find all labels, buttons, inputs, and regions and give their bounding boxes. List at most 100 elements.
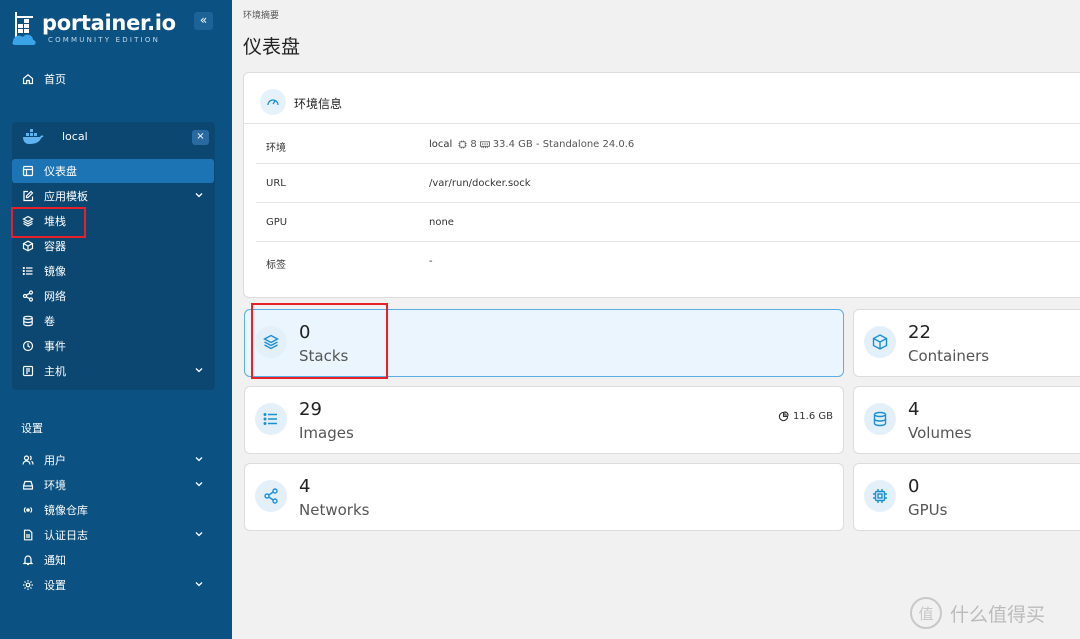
sidebar-item-volumes[interactable]: 卷 <box>12 309 214 333</box>
close-environment-button[interactable]: × <box>192 130 209 145</box>
file-icon <box>21 528 35 542</box>
info-row-tags: 标签 - <box>256 242 1080 281</box>
share-icon <box>255 480 287 512</box>
sidebar-item-app-templates[interactable]: 应用模板 <box>12 184 214 208</box>
info-key: 环境 <box>266 143 286 154</box>
gear-icon <box>21 578 35 592</box>
containers-card[interactable]: 22 Containers <box>853 309 1080 377</box>
portainer-logo-icon <box>12 12 36 45</box>
sidebar-item-auth-logs[interactable]: 认证日志 <box>12 523 214 547</box>
info-row-url: URL /var/run/docker.sock <box>256 164 1080 203</box>
sidebar-item-events[interactable]: 事件 <box>12 334 214 358</box>
info-key: GPU <box>266 217 288 228</box>
chevron-down-icon <box>195 457 203 462</box>
images-count: 29 <box>299 399 322 420</box>
sidebar-item-label: 通知 <box>44 554 66 567</box>
cpu-icon <box>458 140 467 149</box>
info-value: local 8 33.4 GB - Standalone 24.0.6 <box>429 139 634 150</box>
gpus-card[interactable]: 0 GPUs <box>853 463 1080 531</box>
brand-logo[interactable]: portainer.io COMMUNITY EDITION <box>12 10 212 50</box>
cpu-icon <box>864 480 896 512</box>
environment-name: local <box>62 130 88 143</box>
environment-info-header: 环境信息 <box>244 73 1080 124</box>
sidebar-item-networks[interactable]: 网络 <box>12 284 214 308</box>
info-row-environment: 环境 local 8 33.4 GB - Standalone 24.0.6 <box>256 125 1080 164</box>
clock-icon <box>21 339 35 353</box>
memory-icon <box>479 141 490 149</box>
breadcrumb[interactable]: 环境摘要 <box>243 8 279 21</box>
gpus-label: GPUs <box>908 501 948 519</box>
gpus-count: 0 <box>908 476 920 497</box>
chevron-down-icon <box>195 193 203 198</box>
host-icon <box>21 364 35 378</box>
sidebar-item-dashboard[interactable]: 仪表盘 <box>12 159 214 183</box>
sidebar-item-label: 主机 <box>44 365 66 378</box>
sidebar-item-host[interactable]: 主机 <box>12 359 214 383</box>
memory-value: 33.4 GB - Standalone 24.0.6 <box>492 139 635 150</box>
volumes-count: 4 <box>908 399 920 420</box>
collapse-sidebar-button[interactable]: « <box>194 12 213 30</box>
sidebar-item-registries[interactable]: 镜像仓库 <box>12 498 214 522</box>
page-title: 仪表盘 <box>243 36 301 58</box>
bell-icon <box>21 553 35 567</box>
database-icon <box>21 314 35 328</box>
pie-chart-icon <box>778 411 789 422</box>
sidebar-item-label: 卷 <box>44 315 55 328</box>
sidebar-item-label: 仪表盘 <box>44 165 77 178</box>
watermark-text: 什么值得买 <box>950 603 1046 626</box>
sidebar-item-label: 事件 <box>44 340 66 353</box>
environment-info-card: 环境信息 环境 local 8 33.4 GB - Standalone 24.… <box>243 72 1080 298</box>
sidebar-item-label: 镜像 <box>44 265 66 278</box>
sidebar-item-settings[interactable]: 设置 <box>12 573 214 597</box>
info-value: - <box>429 256 433 267</box>
list-icon <box>255 403 287 435</box>
networks-label: Networks <box>299 501 370 519</box>
users-icon <box>21 453 35 467</box>
brand-edition: COMMUNITY EDITION <box>48 36 161 44</box>
images-size-value: 11.6 GB <box>792 411 833 422</box>
info-value: none <box>429 217 454 228</box>
networks-count: 4 <box>299 476 311 497</box>
images-card[interactable]: 29 Images 11.6 GB <box>244 386 844 454</box>
radio-icon <box>21 503 35 517</box>
edit-icon <box>21 189 35 203</box>
sidebar-item-label: 网络 <box>44 290 66 303</box>
sidebar-item-home[interactable]: 首页 <box>12 67 214 91</box>
sidebar-item-label: 环境 <box>44 479 66 492</box>
environment-value: local <box>429 139 453 150</box>
brand-name: portainer.io <box>42 11 176 35</box>
chevron-down-icon <box>195 532 203 537</box>
environment-header[interactable]: local <box>12 123 215 151</box>
share-icon <box>21 289 35 303</box>
cpu-count: 8 <box>470 139 477 150</box>
chevron-down-icon <box>195 482 203 487</box>
dashboard-icon <box>21 164 35 178</box>
containers-label: Containers <box>908 347 990 365</box>
sidebar: portainer.io COMMUNITY EDITION « 首页 loca… <box>0 0 232 639</box>
sidebar-item-label: 设置 <box>44 579 66 592</box>
annotation-highlight-stacks-card <box>251 303 388 379</box>
volumes-card[interactable]: 4 Volumes <box>853 386 1080 454</box>
sidebar-item-users[interactable]: 用户 <box>12 448 214 472</box>
chevron-down-icon <box>195 582 203 587</box>
sidebar-item-label: 认证日志 <box>44 529 88 542</box>
images-label: Images <box>299 424 354 442</box>
home-icon <box>21 72 35 86</box>
sidebar-item-label: 镜像仓库 <box>44 504 88 517</box>
networks-card[interactable]: 4 Networks <box>244 463 844 531</box>
sidebar-item-images[interactable]: 镜像 <box>12 259 214 283</box>
chevron-down-icon <box>195 368 203 373</box>
box-icon <box>21 239 35 253</box>
list-icon <box>21 264 35 278</box>
hdd-icon <box>21 478 35 492</box>
database-icon <box>864 403 896 435</box>
sidebar-item-label: 用户 <box>44 454 66 467</box>
box-icon <box>864 326 896 358</box>
info-row-gpu: GPU none <box>256 203 1080 242</box>
sidebar-item-label: 应用模板 <box>44 190 88 203</box>
environment-info-title: 环境信息 <box>294 97 343 111</box>
sidebar-item-notifications[interactable]: 通知 <box>12 548 214 572</box>
sidebar-item-label: 容器 <box>44 240 66 253</box>
volumes-label: Volumes <box>908 424 972 442</box>
sidebar-item-environments[interactable]: 环境 <box>12 473 214 497</box>
